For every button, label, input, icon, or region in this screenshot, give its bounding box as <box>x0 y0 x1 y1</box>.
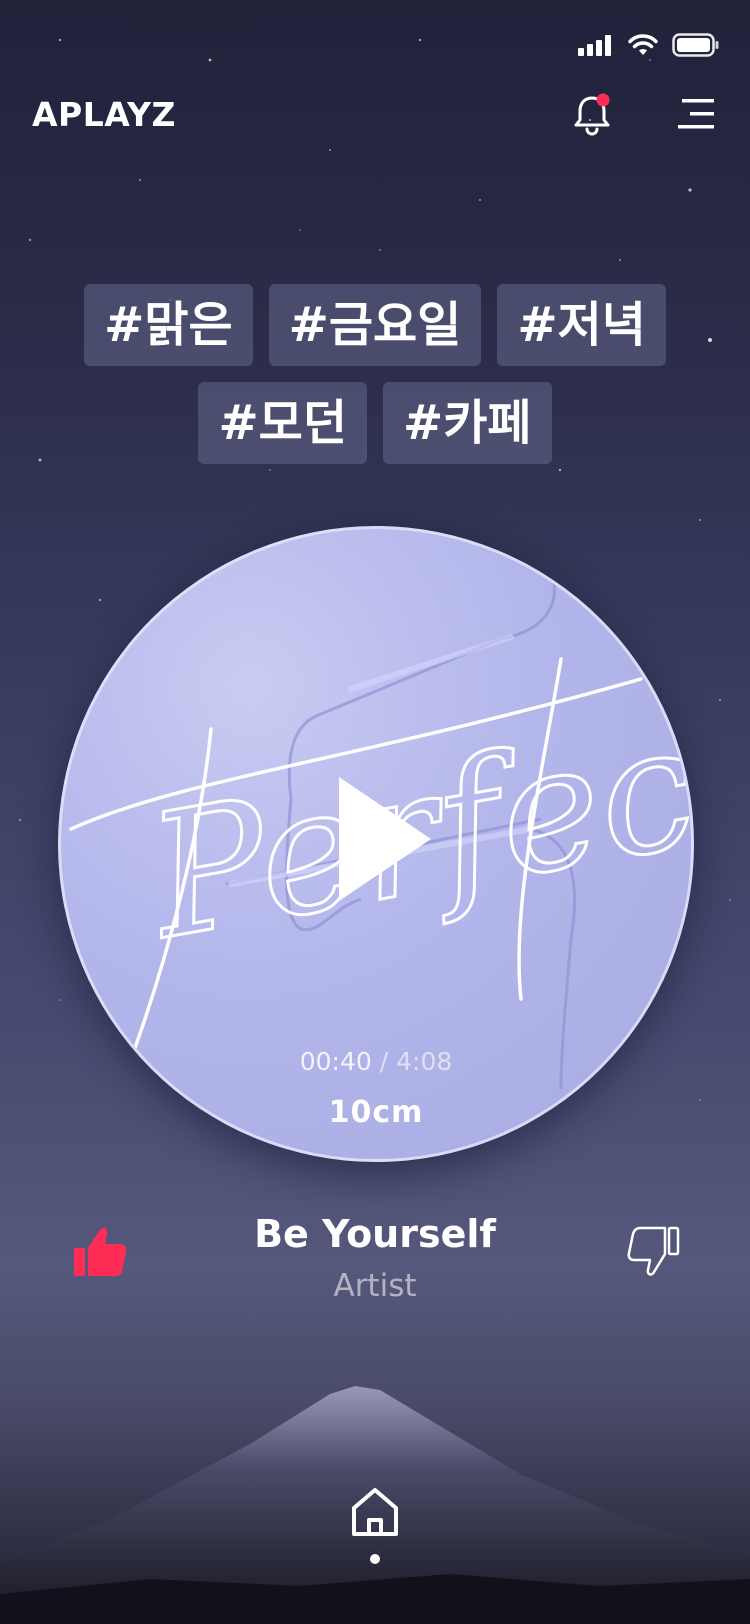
tag-chip[interactable]: #금요일 <box>268 284 482 366</box>
mountain-background <box>0 1386 750 1624</box>
app-screen: APLAYZ #맑은 #금요일 #저녁 #모던 #카페 Perfect 00:4… <box>0 0 750 1624</box>
tag-row-1: #맑은 #금요일 #저녁 <box>84 284 666 366</box>
bottom-nav <box>0 1484 750 1564</box>
playback-time: 00:40 / 4:08 <box>61 1047 691 1076</box>
bell-icon <box>574 93 610 136</box>
tag-chip[interactable]: #모던 <box>198 382 367 464</box>
play-icon[interactable] <box>329 769 439 909</box>
tag-chip[interactable]: #카페 <box>383 382 552 464</box>
thumbs-down-icon <box>627 1226 680 1276</box>
app-header: APLAYZ <box>32 86 718 142</box>
album-brand: 10cm <box>328 1095 424 1130</box>
app-logo: APLAYZ <box>32 94 176 134</box>
total-time: 4:08 <box>396 1047 453 1076</box>
album-disc-player[interactable]: Perfect 00:40 / 4:08 10cm <box>58 526 694 1162</box>
home-button[interactable] <box>347 1484 403 1540</box>
notification-button[interactable] <box>570 92 614 136</box>
header-actions <box>570 92 718 136</box>
home-icon <box>352 1488 398 1536</box>
page-indicator-dot <box>370 1554 380 1564</box>
notification-badge <box>596 93 610 107</box>
time-separator: / <box>379 1047 389 1076</box>
tag-chip[interactable]: #저녁 <box>497 284 666 366</box>
status-bar <box>578 30 720 60</box>
wifi-icon <box>628 34 658 55</box>
battery-icon <box>672 33 719 57</box>
tag-chip[interactable]: #맑은 <box>84 284 253 366</box>
mood-tags: #맑은 #금요일 #저녁 #모던 #카페 <box>0 284 750 464</box>
dislike-button[interactable] <box>624 1224 684 1280</box>
signal-icon <box>578 35 611 56</box>
menu-icon <box>678 99 714 129</box>
current-time: 00:40 <box>299 1047 372 1076</box>
menu-button[interactable] <box>674 92 718 136</box>
tag-row-2: #모던 #카페 <box>198 382 552 464</box>
